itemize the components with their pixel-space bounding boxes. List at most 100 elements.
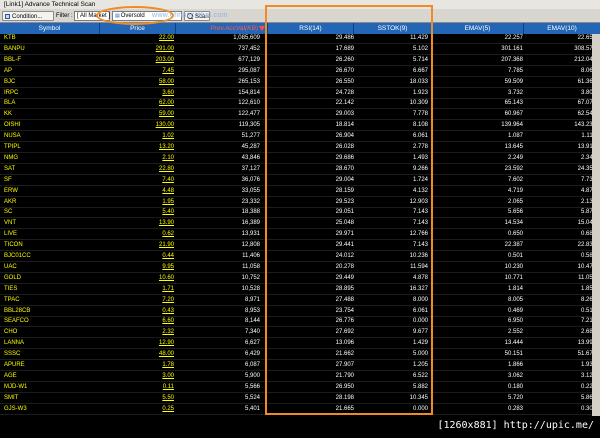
prev-acc-val-cell: 13,931 bbox=[241, 231, 260, 238]
price-cell[interactable]: 59.00 bbox=[100, 110, 174, 119]
col-emav10[interactable]: EMAV(10) bbox=[524, 23, 600, 34]
price-cell[interactable]: 9.95 bbox=[100, 263, 174, 272]
prev-acc-val-cell: 8,953 bbox=[244, 307, 260, 314]
price-cell[interactable]: 7.45 bbox=[100, 67, 174, 76]
emav5-cell: 60.967 bbox=[504, 111, 523, 118]
condition-button[interactable]: Condition... bbox=[2, 11, 54, 21]
price-cell[interactable]: 13.20 bbox=[100, 143, 174, 152]
emav10-cell: 0.586 bbox=[580, 253, 596, 259]
emav5-cell: 10.771 bbox=[504, 274, 523, 281]
emav10-cell: 67.075 bbox=[577, 100, 596, 107]
prev-acc-val-cell: 33,055 bbox=[241, 187, 260, 194]
emav5-cell: 1.087 bbox=[507, 133, 523, 140]
emav5-cell: 1.814 bbox=[507, 285, 523, 292]
symbol-cell: SAT bbox=[4, 165, 16, 172]
symbol-cell: SMIT bbox=[4, 394, 19, 401]
emav10-cell: 2.684 bbox=[580, 329, 596, 336]
emav10-cell: 8.263 bbox=[580, 296, 596, 303]
vertical-scrollbar[interactable] bbox=[592, 34, 600, 416]
price-cell[interactable]: 5.50 bbox=[100, 394, 174, 403]
symbol-cell: MJD-W1 bbox=[4, 383, 28, 390]
condition-label: Condition... bbox=[12, 14, 43, 20]
prev-acc-val-cell: 265,153 bbox=[238, 78, 260, 85]
prev-acc-val-cell: 16,389 bbox=[241, 220, 260, 227]
emav5-cell: 2.249 bbox=[507, 154, 523, 161]
price-cell[interactable]: 1.78 bbox=[100, 361, 174, 370]
emav5-cell: 8.005 bbox=[507, 296, 523, 303]
emav10-cell: 1.852 bbox=[580, 285, 596, 292]
prev-acc-val-cell: 5,401 bbox=[244, 405, 260, 412]
prev-acc-val-cell: 8,144 bbox=[244, 318, 260, 325]
emav5-cell: 13.444 bbox=[504, 340, 523, 347]
footer-bar: [1260x881] http://upic.me/ bbox=[0, 416, 600, 438]
price-cell[interactable]: 1.02 bbox=[100, 132, 174, 141]
prev-acc-val-cell: 12,808 bbox=[241, 242, 260, 249]
price-cell[interactable]: 1.95 bbox=[100, 198, 174, 207]
price-cell[interactable]: 3.00 bbox=[100, 372, 174, 381]
price-cell[interactable]: 0.62 bbox=[100, 230, 174, 239]
price-cell[interactable]: 48.00 bbox=[100, 350, 174, 359]
emav10-cell: 11.053 bbox=[578, 274, 596, 281]
emav5-cell: 3.732 bbox=[507, 89, 523, 96]
price-cell[interactable]: 6.60 bbox=[100, 317, 174, 326]
emav10-cell: 3.809 bbox=[580, 89, 596, 96]
col-symbol[interactable]: Symbol bbox=[0, 23, 100, 34]
symbol-cell: BANPU bbox=[4, 45, 25, 52]
price-cell[interactable]: 7.20 bbox=[100, 296, 174, 305]
emav10-cell: 143.234 bbox=[574, 122, 596, 129]
col-prev-acc-val-label: Prev.AccVal(KB) bbox=[210, 25, 258, 32]
col-prev-acc-val[interactable]: Prev.AccVal(KB) bbox=[176, 23, 268, 34]
price-cell[interactable]: 2.10 bbox=[100, 154, 174, 163]
col-emav5[interactable]: EMAV(5) bbox=[432, 23, 524, 34]
price-cell[interactable]: 2.32 bbox=[100, 328, 174, 337]
prev-acc-val-cell: 737,452 bbox=[238, 45, 260, 52]
price-cell[interactable]: 10.60 bbox=[100, 274, 174, 283]
emav5-cell: 10.230 bbox=[504, 263, 523, 270]
price-cell[interactable]: 0.11 bbox=[100, 383, 174, 392]
price-cell[interactable]: 21.90 bbox=[100, 241, 174, 250]
price-cell[interactable]: 62.00 bbox=[100, 99, 174, 108]
prev-acc-val-cell: 36,076 bbox=[241, 176, 260, 183]
emav5-cell: 0.180 bbox=[507, 383, 523, 390]
emav5-cell: 13.645 bbox=[504, 144, 523, 150]
symbol-cell: TPIPL bbox=[4, 144, 21, 150]
emav10-cell: 7.212 bbox=[580, 318, 596, 325]
price-cell[interactable]: 291.00 bbox=[100, 45, 174, 54]
prev-acc-val-cell: 8,971 bbox=[244, 296, 260, 303]
price-cell[interactable]: 4.48 bbox=[100, 187, 174, 196]
price-cell[interactable]: 1.71 bbox=[100, 285, 174, 294]
emav10-cell: 3.125 bbox=[580, 372, 596, 379]
emav5-cell: 7.785 bbox=[507, 67, 523, 74]
prev-acc-val-cell: 677,129 bbox=[238, 56, 260, 63]
price-cell[interactable]: 22.00 bbox=[100, 34, 174, 43]
price-cell[interactable]: 58.00 bbox=[100, 78, 174, 87]
price-cell[interactable]: 130.00 bbox=[100, 121, 174, 130]
price-cell[interactable]: 203.00 bbox=[100, 56, 174, 65]
price-cell[interactable]: 22.80 bbox=[100, 165, 174, 174]
symbol-cell: APURE bbox=[4, 362, 25, 368]
emav5-cell: 65.143 bbox=[504, 100, 523, 107]
symbol-cell: SF bbox=[4, 176, 12, 183]
price-cell[interactable]: 13.90 bbox=[100, 219, 174, 228]
highlight-box bbox=[265, 5, 433, 415]
price-cell[interactable]: 7.40 bbox=[100, 176, 174, 185]
price-cell[interactable]: 0.25 bbox=[100, 405, 174, 414]
price-cell[interactable]: 3.60 bbox=[100, 89, 174, 98]
symbol-cell: BJC01CC bbox=[4, 253, 31, 259]
emav10-cell: 212.043 bbox=[574, 56, 596, 63]
emav5-cell: 6.950 bbox=[507, 318, 523, 325]
emav10-cell: 1.117 bbox=[581, 133, 596, 140]
price-cell[interactable]: 0.44 bbox=[100, 252, 174, 261]
price-cell[interactable]: 5.40 bbox=[100, 208, 174, 217]
symbol-cell: BLA bbox=[4, 100, 16, 107]
emav10-cell: 22.834 bbox=[577, 242, 596, 249]
price-cell[interactable]: 0.43 bbox=[100, 307, 174, 316]
symbol-cell: OISHI bbox=[4, 122, 21, 129]
prev-acc-val-cell: 122,477 bbox=[238, 111, 260, 118]
prev-acc-val-cell: 23,332 bbox=[241, 198, 260, 205]
price-cell[interactable]: 12.90 bbox=[100, 339, 174, 348]
prev-acc-val-cell: 122,610 bbox=[238, 100, 260, 107]
emav10-cell: 51.677 bbox=[577, 351, 596, 358]
symbol-cell: IRPC bbox=[4, 89, 19, 96]
prev-acc-val-cell: 10,528 bbox=[241, 285, 260, 292]
